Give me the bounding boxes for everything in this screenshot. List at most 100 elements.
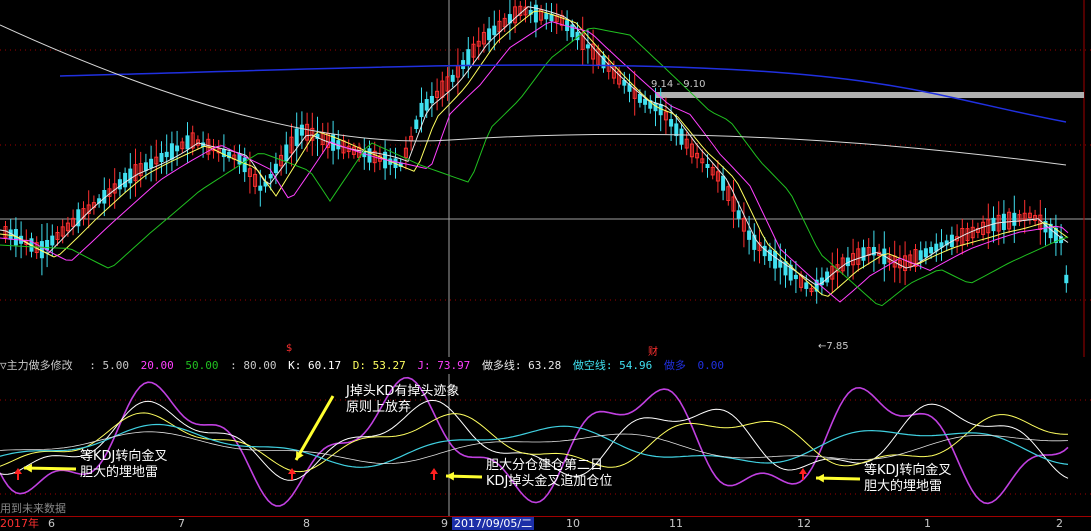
buy-arrow-icon bbox=[430, 468, 438, 480]
candle-body bbox=[169, 143, 174, 160]
candle-body bbox=[8, 229, 13, 240]
candle-body bbox=[237, 153, 242, 165]
candle-body bbox=[117, 179, 122, 190]
candle-body bbox=[414, 119, 419, 130]
d-value: D: 53.27 bbox=[352, 359, 406, 372]
kdj-indicator-panel[interactable]: J掉头KD有掉头迹象 原则上放弃 等KDJ转向金叉 胆大的埋地雷 胆大分仓建仓第… bbox=[0, 374, 1091, 516]
candle-body bbox=[762, 245, 767, 257]
candle-body bbox=[294, 128, 299, 146]
axis-month-label: 8 bbox=[303, 517, 310, 530]
candle-body bbox=[45, 239, 50, 251]
param-4: : 80.00 bbox=[230, 359, 277, 372]
candle-body bbox=[258, 185, 263, 191]
annotation-2-line2: 胆大的埋地雷 bbox=[80, 465, 159, 480]
pointer-arrow-icon bbox=[294, 395, 335, 461]
selected-date: 2017/09/05/二 bbox=[452, 517, 535, 530]
candle-body bbox=[773, 250, 778, 269]
candle-body bbox=[175, 145, 180, 152]
annotation-4: 等KDJ转向金叉 胆大的埋地雷 bbox=[864, 463, 951, 495]
param-1: : 5.00 bbox=[89, 359, 129, 372]
indicator-param-bar[interactable]: ▽主力做多修改 : 5.00 20.00 50.00 : 80.00 K: 60… bbox=[0, 357, 1091, 374]
candle-body bbox=[123, 172, 128, 188]
candle-body bbox=[424, 99, 429, 111]
pointer-arrowhead-icon bbox=[816, 473, 824, 483]
pointer-arrowhead-icon bbox=[446, 471, 455, 481]
k-value: K: 60.17 bbox=[288, 359, 342, 372]
long-line-value: 做多线: 63.28 bbox=[481, 359, 562, 372]
candle-body bbox=[128, 168, 133, 184]
candle-body bbox=[1064, 274, 1069, 284]
candle-body bbox=[549, 13, 554, 22]
candle-body bbox=[669, 119, 674, 127]
annotation-1-line1: J掉头KD有掉头迹象 bbox=[346, 384, 460, 399]
price-range-label: 9.14 - 9.10 bbox=[651, 79, 706, 90]
candle-body bbox=[544, 13, 549, 20]
candle-body bbox=[185, 135, 190, 150]
candlestick-chart[interactable] bbox=[0, 0, 1091, 357]
date-axis[interactable]: 2017年 6 7 8 9 2017/09/05/二 10 11 12 1 2 bbox=[0, 516, 1091, 531]
param-3: 50.00 bbox=[185, 359, 219, 372]
candle-body bbox=[242, 157, 247, 173]
candle-body bbox=[461, 60, 466, 70]
long-label: 做多 bbox=[663, 359, 686, 372]
annotation-2-line1: 等KDJ转向金叉 bbox=[80, 449, 168, 464]
candle-body bbox=[149, 158, 154, 169]
annotation-2: 等KDJ转向金叉 胆大的埋地雷 bbox=[80, 449, 167, 481]
candle-body bbox=[143, 162, 148, 171]
candle-body bbox=[487, 28, 492, 41]
annotation-4-line1: 等KDJ转向金叉 bbox=[864, 463, 952, 478]
candle-body bbox=[934, 243, 939, 252]
axis-month-label: 9 bbox=[441, 517, 448, 530]
candle-body bbox=[747, 230, 752, 240]
candle-body bbox=[284, 144, 289, 162]
j-value: J: 73.97 bbox=[417, 359, 471, 372]
candle-body bbox=[1012, 212, 1017, 226]
candle-body bbox=[793, 274, 798, 280]
low-price-label: ←7.85 bbox=[818, 341, 849, 352]
candle-body bbox=[50, 235, 55, 246]
candle-body bbox=[637, 93, 642, 103]
annotation-4-line2: 胆大的埋地雷 bbox=[864, 479, 943, 494]
candle-body bbox=[804, 282, 809, 289]
axis-month-label: 11 bbox=[669, 517, 683, 530]
axis-month-label: 10 bbox=[566, 517, 580, 530]
axis-month-label: 12 bbox=[797, 517, 811, 530]
annotation-3-line1: 胆大分仓建仓第二日 bbox=[486, 458, 604, 473]
axis-month-label: 2 bbox=[1056, 517, 1063, 530]
indicator-name[interactable]: ▽主力做多修改 bbox=[0, 359, 78, 372]
candle-body bbox=[585, 44, 590, 49]
dividend-marker[interactable]: $ bbox=[286, 343, 292, 354]
candle-body bbox=[767, 249, 772, 261]
resistance-band bbox=[655, 92, 1084, 98]
annotation-3: 胆大分仓建仓第二日 KDJ掉头金叉追加仓位 bbox=[486, 458, 612, 490]
candlestick-chart-panel[interactable]: 9.14 - 9.10 ←7.85 $ 财 bbox=[0, 0, 1091, 358]
candle-body bbox=[929, 247, 934, 254]
candle-body bbox=[159, 152, 164, 163]
annotation-1-line2: 原则上放弃 bbox=[346, 400, 412, 415]
candle-body bbox=[736, 210, 741, 219]
candle-body bbox=[39, 241, 44, 259]
candle-body bbox=[164, 151, 169, 158]
annotation-1: J掉头KD有掉头迹象 原则上放弃 bbox=[346, 384, 459, 416]
buy-arrow-icon bbox=[799, 468, 807, 480]
candle-body bbox=[419, 102, 424, 118]
candle-body bbox=[861, 247, 866, 261]
axis-month-label: 7 bbox=[178, 517, 185, 530]
future-data-note: 用到未来数据 bbox=[0, 502, 66, 515]
candle-body bbox=[299, 124, 304, 136]
candle-body bbox=[466, 49, 471, 67]
short-line-value: 做空线: 54.96 bbox=[572, 359, 653, 372]
candle-body bbox=[450, 74, 455, 82]
candle-body bbox=[221, 148, 226, 158]
candle-body bbox=[273, 163, 278, 174]
candle-body bbox=[268, 173, 273, 179]
candle-body bbox=[721, 175, 726, 191]
candle-body bbox=[492, 25, 497, 36]
axis-month-label: 2017年 bbox=[0, 517, 39, 530]
ma5-line bbox=[0, 6, 1069, 286]
param-2: 20.00 bbox=[140, 359, 174, 372]
axis-month-label: 6 bbox=[48, 517, 55, 530]
long-value: 0.00 bbox=[697, 359, 725, 372]
annotation-3-line2: KDJ掉头金叉追加仓位 bbox=[486, 474, 613, 489]
finance-marker[interactable]: 财 bbox=[648, 343, 658, 358]
